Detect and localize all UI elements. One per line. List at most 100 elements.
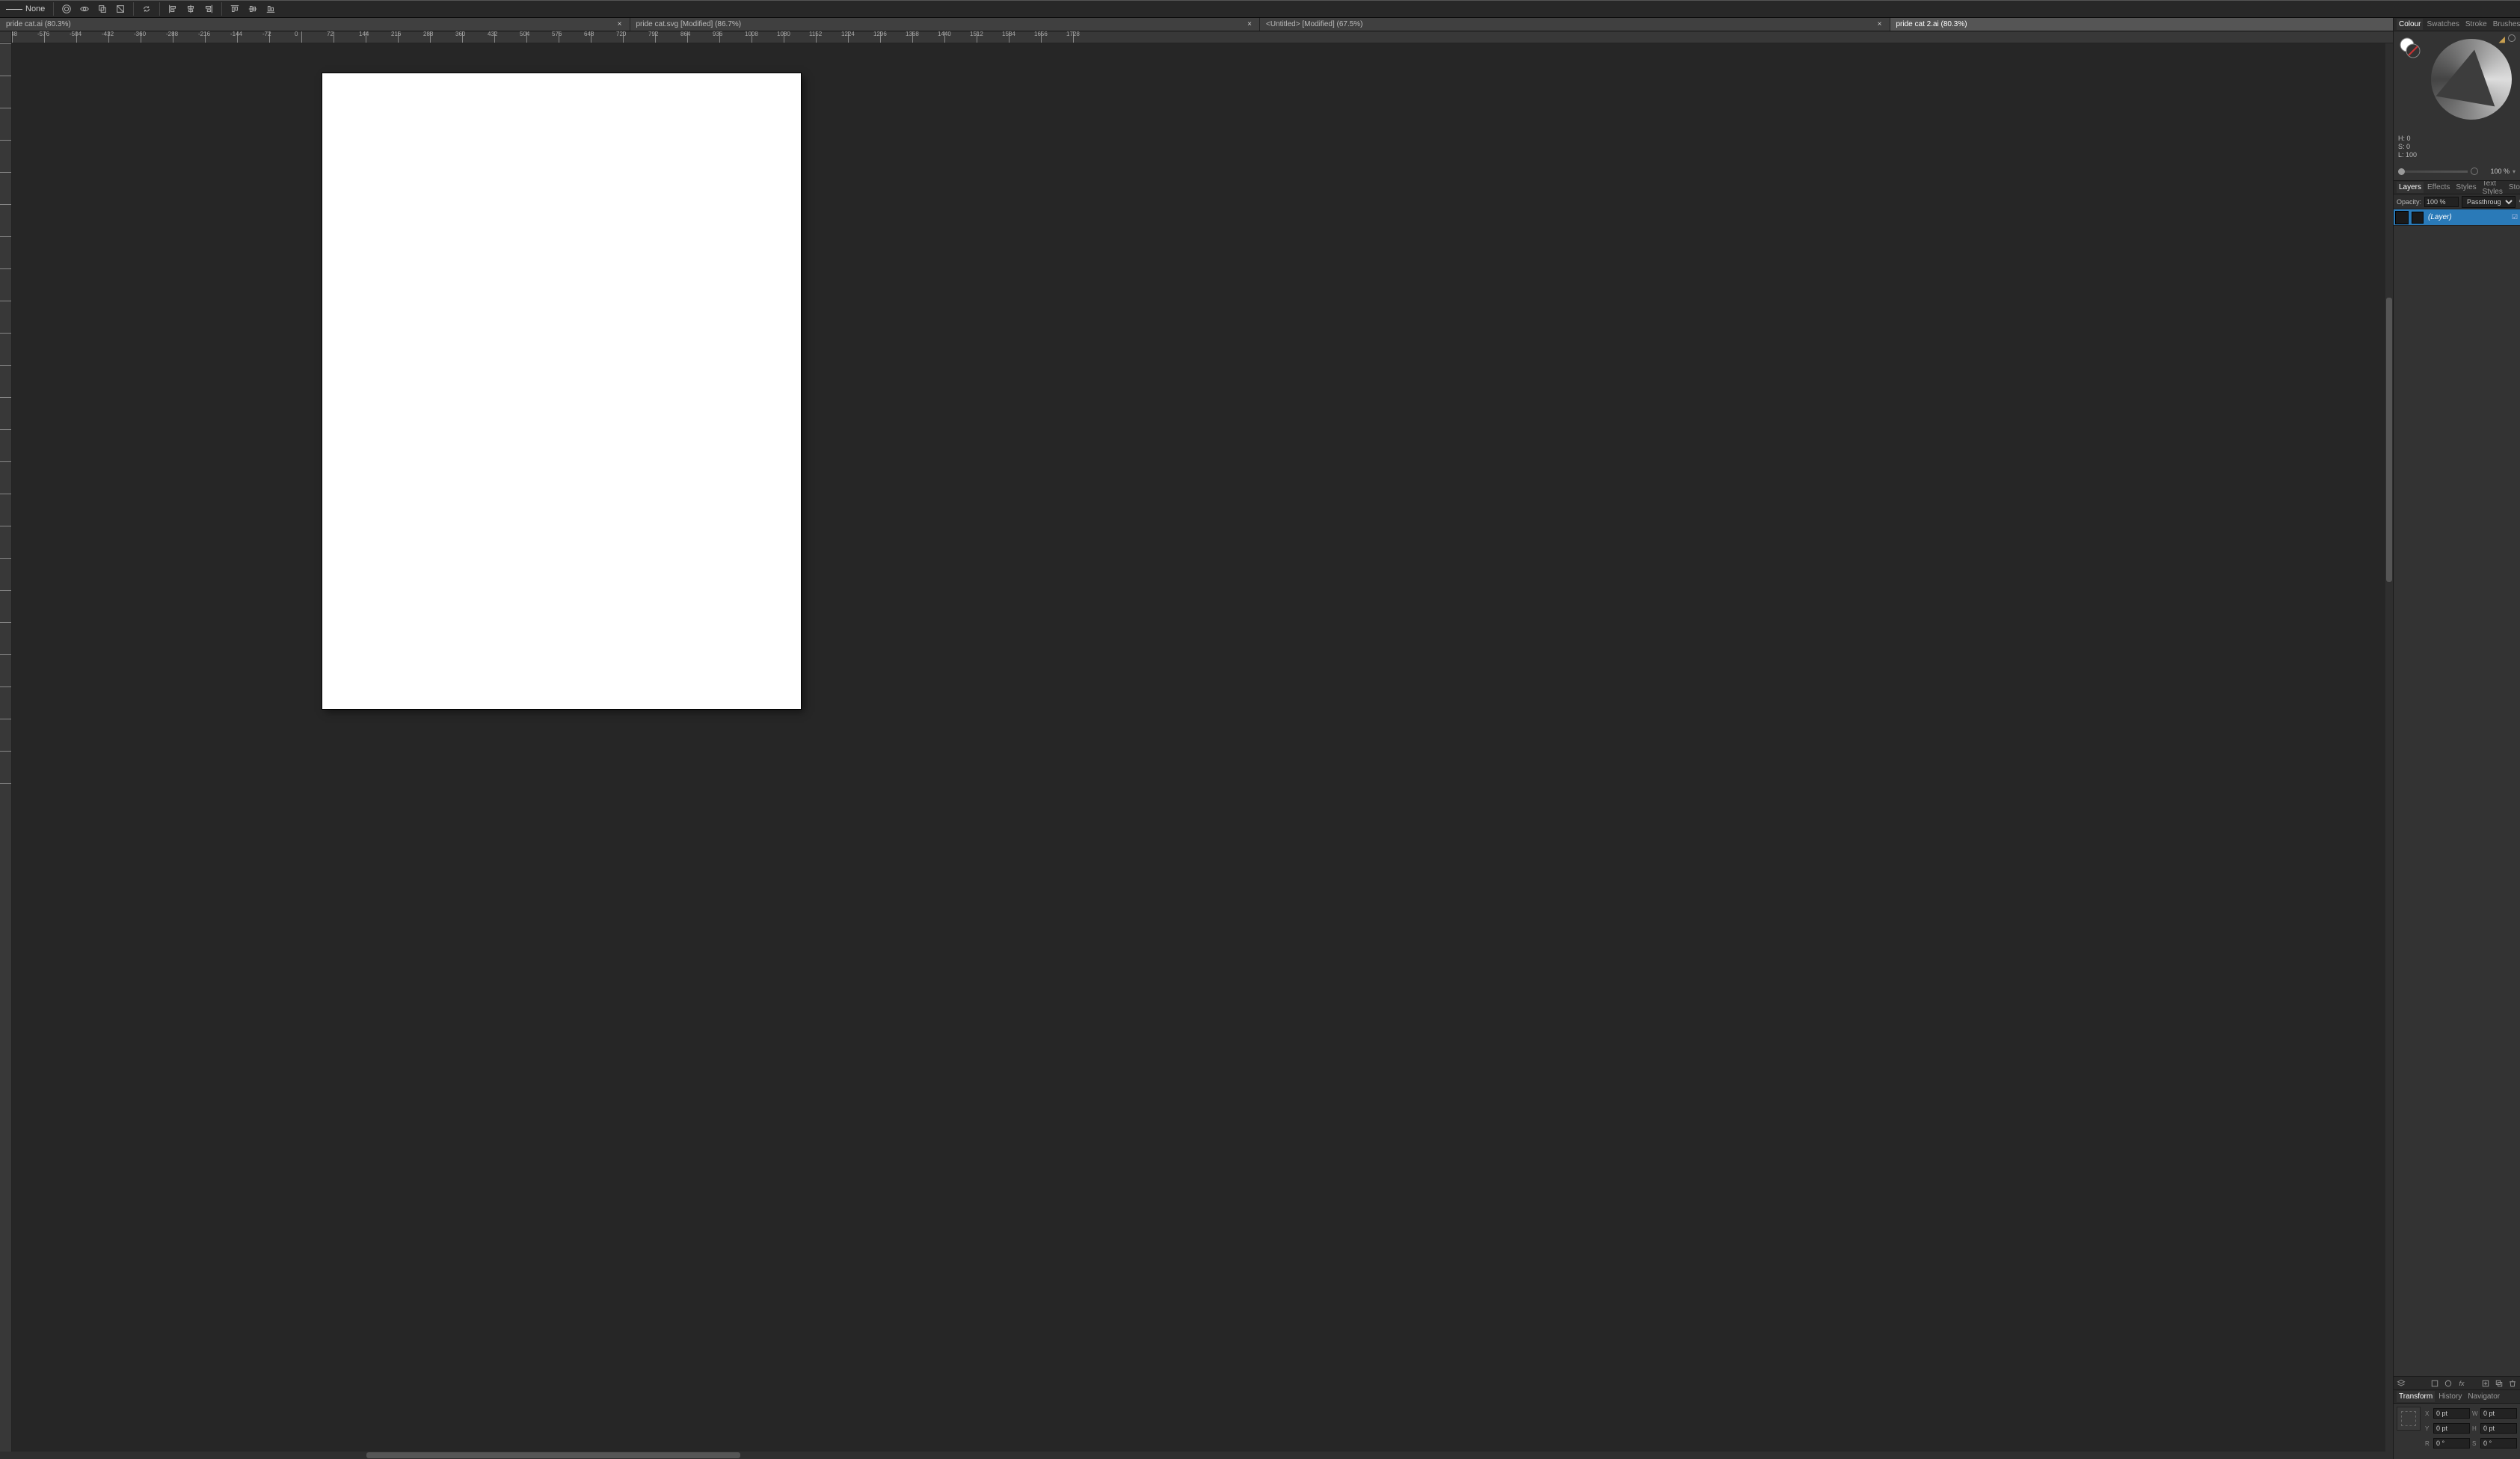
document-tab[interactable]: <Untitled> [Modified] (67.5%) ×	[1260, 18, 1890, 31]
ruler-corner[interactable]	[0, 31, 12, 43]
convert-icon[interactable]	[113, 1, 128, 16]
layer-opacity-input[interactable]	[2424, 197, 2459, 207]
none-icon[interactable]	[2508, 34, 2516, 42]
adjustment-icon[interactable]	[2444, 1379, 2453, 1388]
horizontal-scrollbar[interactable]	[0, 1452, 2393, 1459]
tab-swatches[interactable]: Swatches	[2424, 19, 2461, 30]
layers-options-bar: Opacity: Passthrough ⚙ 🔒	[2394, 194, 2520, 209]
close-icon[interactable]: ×	[1246, 20, 1253, 28]
horizontal-ruler[interactable]: -648-576-504-432-360-288-216-144-7207214…	[12, 31, 2393, 43]
align-center-h-icon[interactable]	[183, 1, 198, 16]
opacity-value[interactable]: 100 %	[2481, 168, 2510, 175]
sat-value: S: 0	[2398, 143, 2417, 151]
fill-stroke-icon[interactable]	[2398, 36, 2422, 60]
sync-icon[interactable]	[139, 1, 154, 16]
tab-colour[interactable]: Colour	[2397, 19, 2423, 30]
stroke-style-control[interactable]: None	[3, 4, 48, 13]
tab-styles[interactable]: Styles	[2453, 182, 2478, 193]
document-tab[interactable]: pride cat.svg [Modified] (86.7%) ×	[630, 18, 1261, 31]
separator	[53, 2, 54, 16]
layers-panel-tabs: Layers Effects Styles Text Styles Stock …	[2394, 181, 2520, 194]
color-triangle[interactable]	[2436, 45, 2504, 107]
document-tab-label: pride cat.ai (80.3%)	[6, 20, 71, 28]
close-icon[interactable]: ×	[1876, 20, 1884, 28]
layers-list[interactable]: (Layer) ☑	[2394, 209, 2520, 1376]
tab-stock[interactable]: Stock	[2507, 182, 2520, 193]
opacity-slider[interactable]: 100 % ▾	[2398, 167, 2516, 176]
r-input[interactable]	[2433, 1438, 2470, 1449]
document-tab[interactable]: pride cat.ai (80.3%) ×	[0, 18, 630, 31]
artboard[interactable]	[322, 73, 801, 709]
trash-icon[interactable]	[2508, 1379, 2517, 1388]
color-panel-tabs: Colour Swatches Stroke Brushes	[2394, 18, 2520, 31]
anchor-point-widget[interactable]	[2397, 1407, 2421, 1431]
layers-panel: Opacity: Passthrough ⚙ 🔒 (Layer) ☑	[2394, 194, 2520, 1390]
w-input[interactable]	[2480, 1408, 2517, 1419]
r-label: R	[2425, 1440, 2431, 1447]
fill-stroke-swatches[interactable]	[2398, 36, 2422, 62]
document-tabs: pride cat.ai (80.3%) × pride cat.svg [Mo…	[0, 18, 2520, 31]
add-layer-icon[interactable]	[2481, 1379, 2490, 1388]
hsl-readout: H: 0 S: 0 L: 100	[2398, 135, 2417, 159]
x-input[interactable]	[2433, 1408, 2470, 1419]
tab-transform[interactable]: Transform	[2397, 1391, 2435, 1402]
vertical-ruler[interactable]	[0, 43, 12, 1452]
show-all-icon[interactable]	[77, 1, 92, 16]
layer-name[interactable]: (Layer)	[2427, 213, 2510, 221]
tab-brushes[interactable]: Brushes	[2491, 19, 2520, 30]
align-left-icon[interactable]	[165, 1, 180, 16]
h-label: H	[2472, 1425, 2478, 1432]
canvas-viewport[interactable]	[12, 43, 2385, 1452]
opacity-swatch-icon	[2471, 168, 2478, 175]
align-bottom-icon[interactable]	[263, 1, 278, 16]
canvas-area: -648-576-504-432-360-288-216-144-7207214…	[0, 31, 2393, 1452]
scrollbar-thumb[interactable]	[366, 1452, 740, 1458]
opacity-track[interactable]	[2398, 171, 2468, 173]
order-icon[interactable]	[95, 1, 110, 16]
h-input[interactable]	[2480, 1423, 2517, 1434]
fx-icon[interactable]: fx	[2457, 1379, 2466, 1388]
eyedropper-icon[interactable]: ◢	[2499, 34, 2505, 44]
mask-icon[interactable]	[2430, 1379, 2439, 1388]
lum-value: L: 100	[2398, 151, 2417, 159]
close-icon[interactable]: ×	[616, 20, 624, 28]
layer-preview-icon[interactable]	[2412, 212, 2424, 224]
stroke-style-label: None	[25, 4, 45, 13]
scrollbar-thumb[interactable]	[2386, 298, 2392, 582]
w-label: W	[2472, 1410, 2478, 1417]
layer-row[interactable]: (Layer) ☑	[2394, 209, 2520, 226]
duplicate-icon[interactable]	[2495, 1379, 2504, 1388]
x-label: X	[2425, 1410, 2431, 1417]
s-label: S	[2472, 1440, 2478, 1447]
separator	[133, 2, 134, 16]
s-input[interactable]	[2480, 1438, 2517, 1449]
tab-stroke[interactable]: Stroke	[2463, 19, 2489, 30]
align-top-icon[interactable]	[227, 1, 242, 16]
y-label: Y	[2425, 1425, 2431, 1432]
document-tab-label: <Untitled> [Modified] (67.5%)	[1266, 20, 1363, 28]
layers-stack-icon[interactable]	[2397, 1379, 2406, 1388]
context-toolbar: None	[0, 0, 2520, 18]
hue-value: H: 0	[2398, 135, 2417, 143]
vertical-scrollbar[interactable]	[2385, 43, 2393, 1452]
right-panel-dock: Colour Swatches Stroke Brushes ◢ H: 0 S:…	[2393, 18, 2520, 1459]
layer-visible-icon[interactable]: ☑	[2510, 213, 2520, 221]
opacity-label: Opacity:	[2397, 198, 2421, 206]
opacity-thumb[interactable]	[2398, 168, 2405, 175]
document-tab-label: pride cat.svg [Modified] (86.7%)	[636, 20, 742, 28]
tab-navigator[interactable]: Navigator	[2465, 1391, 2502, 1402]
stroke-preview-line	[6, 9, 22, 10]
align-right-icon[interactable]	[201, 1, 216, 16]
chevron-down-icon[interactable]: ▾	[2513, 168, 2516, 175]
layer-thumbnail[interactable]	[2395, 211, 2409, 224]
y-input[interactable]	[2433, 1423, 2470, 1434]
transform-panel: X W Y H R S	[2394, 1404, 2520, 1459]
layers-footer: fx	[2394, 1376, 2520, 1389]
tab-history[interactable]: History	[2436, 1391, 2464, 1402]
align-center-v-icon[interactable]	[245, 1, 260, 16]
tab-effects[interactable]: Effects	[2425, 182, 2452, 193]
tab-layers[interactable]: Layers	[2397, 182, 2424, 193]
blend-mode-select[interactable]: Passthrough	[2462, 196, 2516, 208]
insert-inside-icon[interactable]	[59, 1, 74, 16]
document-tab-label: pride cat 2.ai (80.3%)	[1896, 20, 1967, 28]
